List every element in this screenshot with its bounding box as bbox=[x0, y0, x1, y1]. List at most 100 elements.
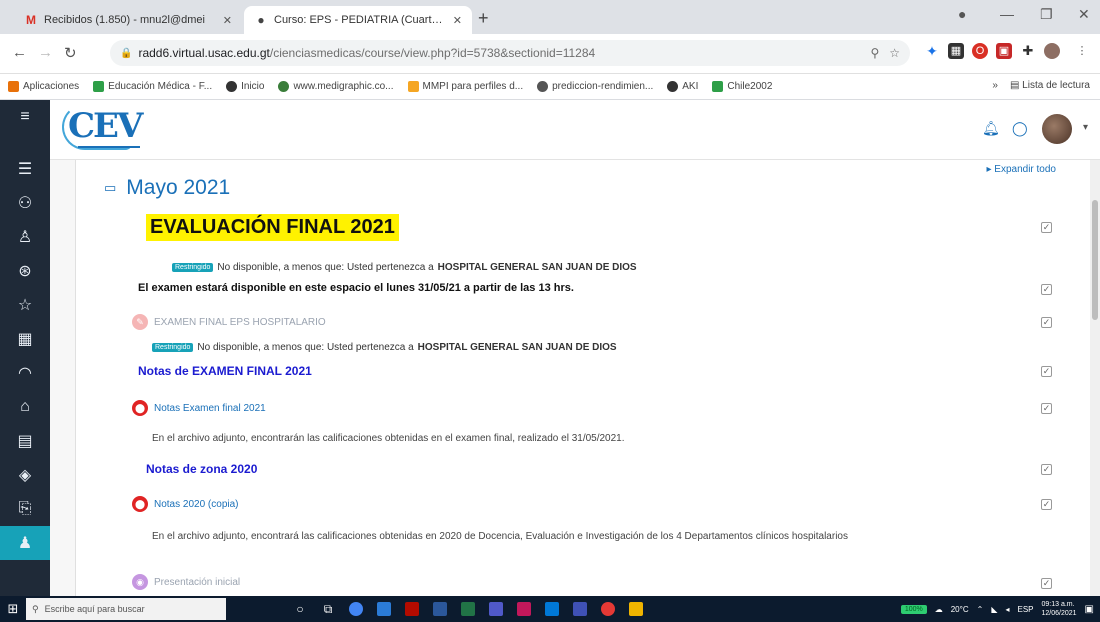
zoom-icon[interactable]: ⚲ bbox=[870, 46, 879, 60]
completion-checkbox[interactable]: ✓ bbox=[1041, 366, 1052, 377]
messages-icon[interactable]: ◯ bbox=[1012, 120, 1028, 137]
teams-icon[interactable] bbox=[482, 598, 510, 620]
moodle-icon: ● bbox=[257, 13, 265, 27]
hamburger-menu-icon[interactable]: ≡ bbox=[0, 100, 50, 134]
star-icon[interactable]: ☆ bbox=[889, 46, 900, 60]
new-tab-button[interactable]: + bbox=[478, 8, 489, 29]
course-icon[interactable]: ♟ bbox=[0, 526, 50, 560]
excel-icon[interactable] bbox=[454, 598, 482, 620]
back-icon[interactable]: ← bbox=[12, 44, 27, 61]
notification-bell-icon[interactable]: 🔔︎ bbox=[982, 120, 1000, 137]
clock[interactable]: 09:13 a.m. 12/06/2021 bbox=[1042, 600, 1077, 618]
exam-activity-link[interactable]: ✎ EXAMEN FINAL EPS HOSPITALARIO bbox=[132, 314, 326, 330]
presentacion-link[interactable]: ◉ Presentación inicial bbox=[132, 574, 240, 590]
extension-grid-icon[interactable]: ▦ bbox=[948, 43, 964, 59]
home-icon[interactable]: ⌂ bbox=[0, 390, 50, 424]
store-icon[interactable] bbox=[538, 598, 566, 620]
profile-avatar-icon[interactable] bbox=[1044, 43, 1060, 59]
opera-icon[interactable]: O bbox=[972, 43, 988, 59]
completion-checkbox[interactable]: ✓ bbox=[1041, 403, 1052, 414]
os-taskbar: ⊞ ⚲ Escribe aquí para buscar ○ ⧉ 100% ☁ … bbox=[0, 596, 1100, 622]
volume-icon[interactable]: ◂ bbox=[1005, 605, 1009, 614]
participants-icon[interactable]: ⚇ bbox=[0, 186, 50, 220]
bookmark-educacion[interactable]: Educación Médica - F... bbox=[93, 81, 212, 92]
forward-icon[interactable]: → bbox=[38, 44, 53, 61]
bookmark-aki[interactable]: AKI bbox=[667, 81, 698, 92]
logo-underline bbox=[78, 146, 140, 148]
chevron-down-icon[interactable]: ▾ bbox=[1083, 122, 1088, 133]
opera-icon[interactable] bbox=[594, 598, 622, 620]
photos-icon[interactable] bbox=[510, 598, 538, 620]
site-logo[interactable]: CEV bbox=[68, 106, 143, 146]
temperature[interactable]: 20°C bbox=[951, 605, 969, 614]
close-icon[interactable]: ✕ bbox=[453, 14, 462, 27]
acrobat-icon[interactable] bbox=[398, 598, 426, 620]
window-close-icon[interactable]: ✕ bbox=[1078, 6, 1090, 23]
chevron-right-icon[interactable]: » bbox=[992, 80, 998, 91]
bookmark-icon bbox=[407, 81, 419, 92]
section-title[interactable]: ▭ Mayo 2021 bbox=[104, 176, 230, 200]
bookmark-medigraphic[interactable]: www.medigraphic.co... bbox=[278, 81, 394, 92]
battery-indicator[interactable]: 100% bbox=[900, 604, 927, 614]
url-field[interactable]: 🔒 radd6.virtual.usac.edu.gt/cienciasmedi… bbox=[110, 40, 910, 66]
completion-checkbox[interactable]: ✓ bbox=[1041, 222, 1052, 233]
completion-checkbox[interactable]: ✓ bbox=[1041, 464, 1052, 475]
restricted-badge: Restringido bbox=[172, 263, 214, 272]
notas-exam-file-link[interactable]: ⬤ Notas Examen final 2021 bbox=[132, 400, 266, 416]
tab-title: Recibidos (1.850) - mnu2l@dmei bbox=[44, 14, 205, 26]
competencies-icon[interactable]: ⊛ bbox=[0, 254, 50, 288]
grades-icon[interactable]: ▦ bbox=[0, 322, 50, 356]
badges-icon[interactable]: ♙ bbox=[0, 220, 50, 254]
completion-checkbox[interactable]: ✓ bbox=[1041, 317, 1052, 328]
chevron-up-icon[interactable]: ⌃ bbox=[977, 605, 984, 614]
expand-all-link[interactable]: ▸ Expandir todo bbox=[986, 164, 1056, 175]
star-icon[interactable]: ☆ bbox=[0, 288, 50, 322]
bookmark-icon bbox=[712, 81, 724, 92]
notas-zona-description: En el archivo adjunto, encontrará las ca… bbox=[152, 531, 848, 542]
list-icon[interactable]: ☰ bbox=[0, 152, 50, 186]
close-icon[interactable]: ✕ bbox=[223, 14, 232, 27]
word-icon[interactable] bbox=[426, 598, 454, 620]
puzzle-icon[interactable]: ✚ bbox=[1020, 43, 1036, 59]
completion-checkbox[interactable]: ✓ bbox=[1041, 499, 1052, 510]
mail-icon[interactable] bbox=[566, 598, 594, 620]
url-path: /cienciasmedicas/course/view.php?id=5738… bbox=[269, 46, 596, 60]
bookmark-chile[interactable]: Chile2002 bbox=[712, 81, 772, 92]
language-indicator[interactable]: ESP bbox=[1017, 605, 1033, 614]
notas-zona-file-link[interactable]: ⬤ Notas 2020 (copia) bbox=[132, 496, 239, 512]
lock-icon[interactable] bbox=[622, 598, 650, 620]
chrome-icon[interactable] bbox=[342, 598, 370, 620]
browser-tab-course[interactable]: ● Curso: EPS - PEDIATRIA (Cuarto Re ✕ bbox=[244, 6, 472, 34]
completion-checkbox[interactable]: ✓ bbox=[1041, 284, 1052, 295]
completion-checkbox[interactable]: ✓ bbox=[1041, 578, 1052, 589]
notas-exam-description: En el archivo adjunto, encontrarán las c… bbox=[152, 433, 625, 444]
graduation-icon[interactable]: ◈ bbox=[0, 458, 50, 492]
extension-pin-icon[interactable]: ✦ bbox=[924, 43, 940, 59]
bookmark-inicio[interactable]: Inicio bbox=[226, 81, 264, 92]
task-view-icon[interactable]: ⧉ bbox=[314, 598, 342, 620]
bookmark-prediccion[interactable]: prediccion-rendimien... bbox=[537, 81, 653, 92]
files-icon[interactable]: ⎘ bbox=[0, 492, 50, 526]
reload-icon[interactable]: ↻ bbox=[64, 44, 77, 62]
menu-dots-icon[interactable]: ⋮ bbox=[1074, 43, 1090, 59]
maximize-icon[interactable]: ❐ bbox=[1040, 6, 1053, 23]
browser-tab-gmail[interactable]: M Recibidos (1.850) - mnu2l@dmei ✕ bbox=[14, 6, 242, 34]
explorer-icon[interactable] bbox=[370, 598, 398, 620]
reading-list-button[interactable]: ▤ Lista de lectura bbox=[1010, 80, 1090, 91]
calendar-icon[interactable]: ▤ bbox=[0, 424, 50, 458]
dashboard-icon[interactable]: ◠ bbox=[0, 356, 50, 390]
network-icon[interactable]: ◣ bbox=[991, 605, 997, 614]
bookmark-mmpi[interactable]: MMPI para perfiles d... bbox=[407, 81, 523, 92]
profile-circle-icon[interactable]: ● bbox=[958, 6, 966, 22]
notifications-icon[interactable]: ▣ bbox=[1085, 604, 1094, 615]
bookmark-icon bbox=[226, 81, 238, 92]
quiz-icon: ✎ bbox=[132, 314, 148, 330]
user-avatar[interactable] bbox=[1042, 114, 1072, 144]
pdf-extension-icon[interactable]: ▣ bbox=[996, 43, 1012, 59]
windows-start-icon[interactable]: ⊞ bbox=[0, 596, 26, 622]
scrollbar-thumb[interactable] bbox=[1092, 200, 1098, 320]
bookmark-apps[interactable]: Aplicaciones bbox=[8, 81, 79, 92]
cortana-icon[interactable]: ○ bbox=[286, 598, 314, 620]
minimize-icon[interactable]: — bbox=[1000, 6, 1014, 22]
taskbar-search-input[interactable]: ⚲ Escribe aquí para buscar bbox=[26, 598, 226, 620]
